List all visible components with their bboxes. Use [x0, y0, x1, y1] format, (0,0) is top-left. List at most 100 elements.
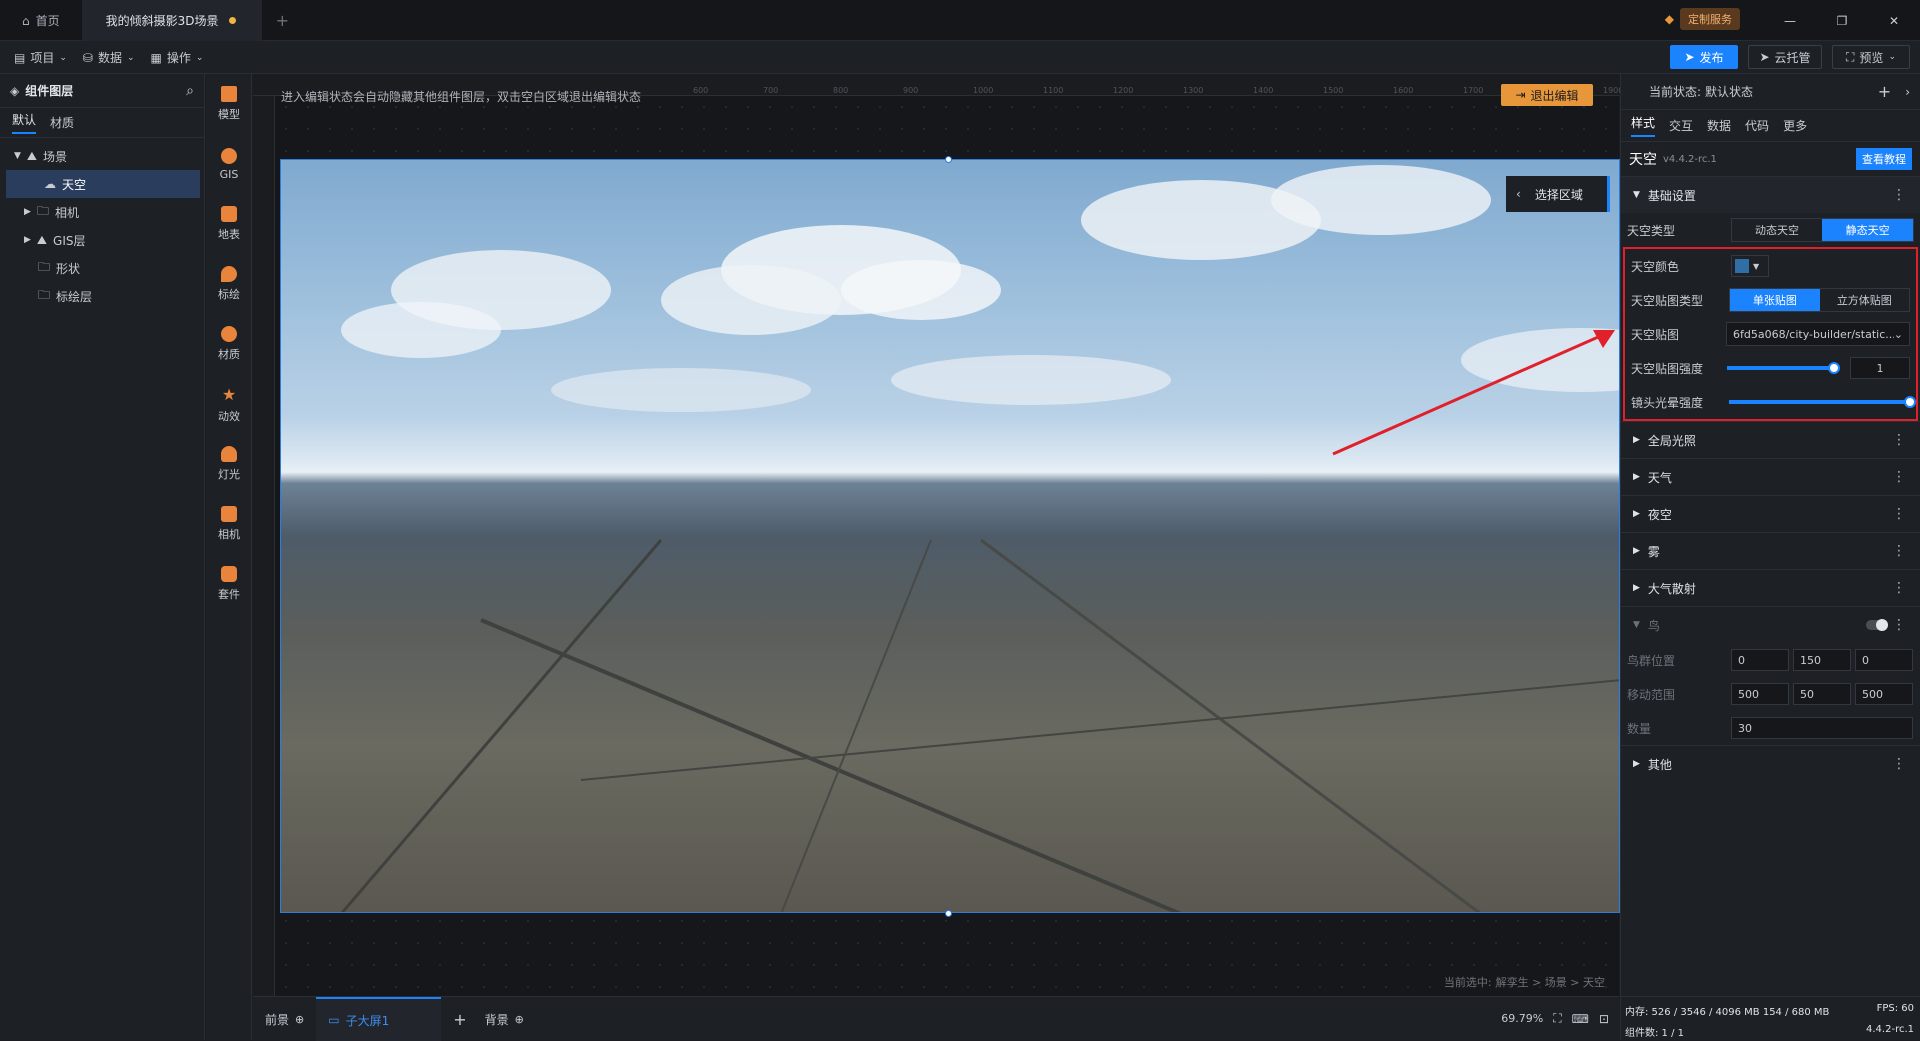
bird-pos-y[interactable]: 150	[1793, 649, 1851, 671]
tool-marker[interactable]: 标绘	[206, 254, 252, 314]
select-region-button[interactable]: ‹ 选择区域	[1506, 176, 1610, 212]
publish-button[interactable]: ➤ 发布	[1670, 45, 1738, 69]
slider-handle[interactable]	[1828, 362, 1841, 374]
more-vertical-icon[interactable]: ⋮	[1892, 543, 1906, 559]
tutorial-button[interactable]: 查看教程	[1856, 148, 1912, 170]
tab-background[interactable]: 背景 ⊕	[479, 1011, 530, 1028]
menu-operation[interactable]: ▦ 操作 ⌄	[143, 41, 212, 74]
tab-more[interactable]: 更多	[1783, 117, 1807, 134]
section-weather[interactable]: ▶ 天气 ⋮	[1621, 458, 1920, 495]
tool-kit[interactable]: 套件	[206, 554, 252, 614]
preview-button[interactable]: ⛶ 预览 ⌄	[1832, 45, 1910, 69]
tree-item-annotation[interactable]: 🗀 标绘层	[0, 282, 204, 310]
tool-light[interactable]: 灯光	[206, 434, 252, 494]
add-screen-button[interactable]: +	[441, 1010, 478, 1029]
new-tab-button[interactable]: +	[262, 0, 303, 41]
tool-effect[interactable]: ★ 动效	[206, 374, 252, 434]
caret-down-icon: ▼	[14, 151, 21, 161]
menu-project[interactable]: ▤ 项目 ⌄	[6, 41, 75, 74]
grid-icon: ▦	[150, 50, 162, 65]
keyboard-icon[interactable]: ⌨	[1572, 1012, 1589, 1026]
more-vertical-icon[interactable]: ⋮	[1892, 756, 1906, 772]
tool-material[interactable]: 材质	[206, 314, 252, 374]
exit-edit-button[interactable]: ⇥ 退出编辑	[1501, 84, 1593, 106]
section-other[interactable]: ▶ 其他 ⋮	[1621, 745, 1920, 782]
move-range-z[interactable]: 500	[1855, 683, 1913, 705]
move-range-x[interactable]: 500	[1731, 683, 1789, 705]
more-vertical-icon[interactable]: ⋮	[1892, 187, 1906, 203]
row-sky-color: 天空颜色 ▼	[1625, 249, 1916, 283]
bird-pos-x[interactable]: 0	[1731, 649, 1789, 671]
tab-material[interactable]: 材质	[50, 114, 74, 131]
tool-terrain[interactable]: 地表	[206, 194, 252, 254]
tab-style[interactable]: 样式	[1631, 114, 1656, 137]
texture-strength-slider[interactable]	[1726, 362, 1841, 374]
section-fog[interactable]: ▶ 雾 ⋮	[1621, 532, 1920, 569]
chevron-down-icon: ⌄	[1893, 327, 1903, 341]
layer-panel: ◈ 组件图层 ⌕ 默认 材质 ▼ ⛰ 场景 ☁ 天空 ▶ 🗀 相机 ▶ ⛰ GI…	[0, 74, 205, 1040]
custom-service[interactable]: ◆ 定制服务	[1665, 8, 1740, 30]
minimize-icon[interactable]: —	[1764, 14, 1816, 28]
tree-item-shape[interactable]: 🗀 形状	[0, 254, 204, 282]
tree-item-scene[interactable]: ▼ ⛰ 场景	[0, 142, 204, 170]
more-vertical-icon[interactable]: ⋮	[1892, 432, 1906, 448]
texture-type-switch[interactable]: 单张贴图 立方体贴图	[1729, 288, 1910, 312]
tool-camera[interactable]: 相机	[206, 494, 252, 554]
sky-type-switch[interactable]: 动态天空 静态天空	[1730, 218, 1914, 242]
add-state-button[interactable]: +	[1878, 82, 1891, 101]
tab-foreground[interactable]: 前景 ⊕	[253, 997, 316, 1041]
section-atmosphere[interactable]: ▶ 大气散射 ⋮	[1621, 569, 1920, 606]
tool-model[interactable]: 模型	[206, 74, 252, 134]
texture-strength-input[interactable]: 1	[1849, 357, 1910, 379]
resize-handle-top[interactable]	[945, 156, 952, 163]
bird-pos-z[interactable]: 0	[1855, 649, 1913, 671]
scene-viewport[interactable]	[280, 159, 1620, 913]
tree-item-camera[interactable]: ▶ 🗀 相机	[0, 198, 204, 226]
close-icon[interactable]: ✕	[1868, 14, 1920, 28]
bird-toggle[interactable]	[1866, 619, 1888, 631]
sky-color-picker[interactable]: ▼	[1731, 255, 1769, 277]
cloud-host-button[interactable]: ➤ 云托管	[1748, 45, 1822, 69]
tab-code[interactable]: 代码	[1745, 117, 1769, 134]
tab-subscreen[interactable]: ▭ 子大屏1	[316, 997, 442, 1041]
light-icon	[221, 446, 237, 462]
add-circle-icon[interactable]: ⊕	[515, 1013, 524, 1026]
texture-select[interactable]: 6fd5a068/city-builder/static... ⌄	[1726, 322, 1910, 346]
fit-screen-icon[interactable]: ⛶	[1553, 1011, 1561, 1026]
restore-icon[interactable]: ❐	[1816, 14, 1868, 28]
option-static-sky[interactable]: 静态天空	[1822, 219, 1914, 241]
tab-scene[interactable]: 我的倾斜摄影3D场景	[81, 0, 262, 41]
more-vertical-icon[interactable]: ⋮	[1892, 506, 1906, 522]
option-dynamic-sky[interactable]: 动态天空	[1732, 219, 1823, 241]
menu-data[interactable]: ⛁ 数据 ⌄	[75, 41, 143, 74]
editor-canvas[interactable]: 600 700 800 900 1000 1100 1200 1300 1400…	[253, 74, 1623, 996]
zoom-level[interactable]: 69.79%	[1501, 1012, 1543, 1025]
tab-default[interactable]: 默认	[12, 111, 37, 134]
chevron-right-icon[interactable]: ›	[1905, 85, 1910, 99]
tool-gis[interactable]: GIS	[206, 134, 252, 194]
option-cube-texture[interactable]: 立方体贴图	[1820, 289, 1909, 311]
search-icon[interactable]: ⌕	[186, 83, 194, 99]
section-night-sky[interactable]: ▶ 夜空 ⋮	[1621, 495, 1920, 532]
terminal-icon[interactable]: ⊡	[1599, 1012, 1609, 1026]
resize-handle-bottom[interactable]	[945, 910, 952, 917]
option-single-texture[interactable]: 单张贴图	[1730, 289, 1820, 311]
section-basic[interactable]: ▼ 基础设置 ⋮	[1621, 176, 1920, 213]
tab-home[interactable]: ⌂ 首页	[0, 0, 82, 41]
more-vertical-icon[interactable]: ⋮	[1892, 617, 1906, 633]
bird-count-input[interactable]: 30	[1731, 717, 1913, 739]
move-range-y[interactable]: 50	[1793, 683, 1851, 705]
add-circle-icon[interactable]: ⊕	[295, 1013, 304, 1026]
slider-handle[interactable]	[1904, 396, 1917, 408]
lens-flare-slider[interactable]	[1729, 396, 1917, 408]
section-global-light[interactable]: ▶ 全局光照 ⋮	[1621, 421, 1920, 458]
more-vertical-icon[interactable]: ⋮	[1892, 580, 1906, 596]
camera-icon	[221, 506, 237, 522]
section-bird[interactable]: ▼ 鸟 ⋮	[1621, 606, 1920, 643]
tree-item-gis[interactable]: ▶ ⛰ GIS层	[0, 226, 204, 254]
tab-interaction[interactable]: 交互	[1669, 117, 1693, 134]
tab-data[interactable]: 数据	[1707, 117, 1731, 134]
gis-icon	[221, 147, 237, 164]
more-vertical-icon[interactable]: ⋮	[1892, 469, 1906, 485]
tree-item-sky[interactable]: ☁ 天空	[6, 170, 200, 198]
